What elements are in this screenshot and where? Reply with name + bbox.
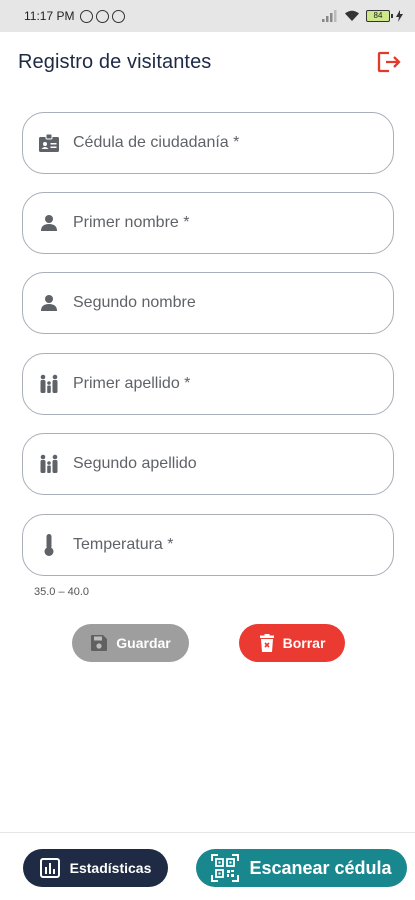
cedula-label: Cédula de ciudadanía * — [73, 134, 240, 151]
statistics-button[interactable]: Estadísticas — [23, 849, 168, 887]
status-time: 11:17 PM — [24, 9, 75, 23]
primer-apellido-label: Primer apellido * — [73, 375, 191, 392]
bar-chart-icon — [39, 858, 60, 878]
notification-icons — [80, 9, 126, 23]
save-button[interactable]: Guardar — [72, 624, 189, 662]
segundo-nombre-field[interactable]: Segundo nombre — [22, 272, 394, 334]
thermometer-icon — [37, 533, 61, 557]
temperature-hint: 35.0 – 40.0 — [34, 586, 90, 598]
blocked-notification-icon-2 — [112, 9, 126, 23]
statistics-button-label: Estadísticas — [69, 860, 152, 876]
logout-button[interactable] — [375, 48, 403, 76]
scan-id-button-label: Escanear cédula — [249, 857, 392, 878]
primer-nombre-field[interactable]: Primer nombre * — [22, 192, 394, 254]
charging-icon — [396, 10, 403, 22]
family-icon — [37, 452, 61, 476]
segundo-apellido-label: Segundo apellido — [73, 455, 197, 472]
primer-nombre-label: Primer nombre * — [73, 214, 190, 231]
save-button-label: Guardar — [116, 635, 171, 651]
scan-id-button[interactable]: Escanear cédula — [196, 849, 407, 887]
battery-level: 84 — [373, 11, 383, 20]
delete-icon — [259, 634, 274, 652]
primer-apellido-field[interactable]: Primer apellido * — [22, 353, 394, 415]
app-header: Registro de visitantes — [18, 46, 403, 78]
person-icon — [37, 291, 61, 315]
segundo-apellido-field[interactable]: Segundo apellido — [22, 433, 394, 495]
family-icon — [37, 372, 61, 396]
status-bar: 11:17 PM 84 — [0, 0, 415, 32]
clear-button[interactable]: Borrar — [239, 624, 345, 662]
whatsapp-icon — [80, 9, 94, 23]
blocked-notification-icon — [96, 9, 110, 23]
page-title: Registro de visitantes — [18, 50, 212, 73]
save-icon — [91, 635, 108, 651]
signal-icon — [322, 10, 337, 22]
logout-icon — [377, 51, 401, 73]
qr-code-icon — [211, 854, 240, 882]
person-icon — [37, 211, 61, 235]
temperatura-label: Temperatura * — [73, 536, 174, 553]
cedula-field[interactable]: Cédula de ciudadanía * — [22, 112, 394, 174]
bottom-bar: Estadísticas Escanear cédula — [0, 832, 415, 900]
id-card-icon — [37, 131, 61, 155]
wifi-icon — [345, 10, 359, 21]
battery-icon: 84 — [366, 10, 393, 22]
status-right: 84 — [322, 10, 403, 22]
clear-button-label: Borrar — [282, 635, 326, 651]
temperatura-field[interactable]: Temperatura * — [22, 514, 394, 576]
segundo-nombre-label: Segundo nombre — [73, 294, 196, 311]
